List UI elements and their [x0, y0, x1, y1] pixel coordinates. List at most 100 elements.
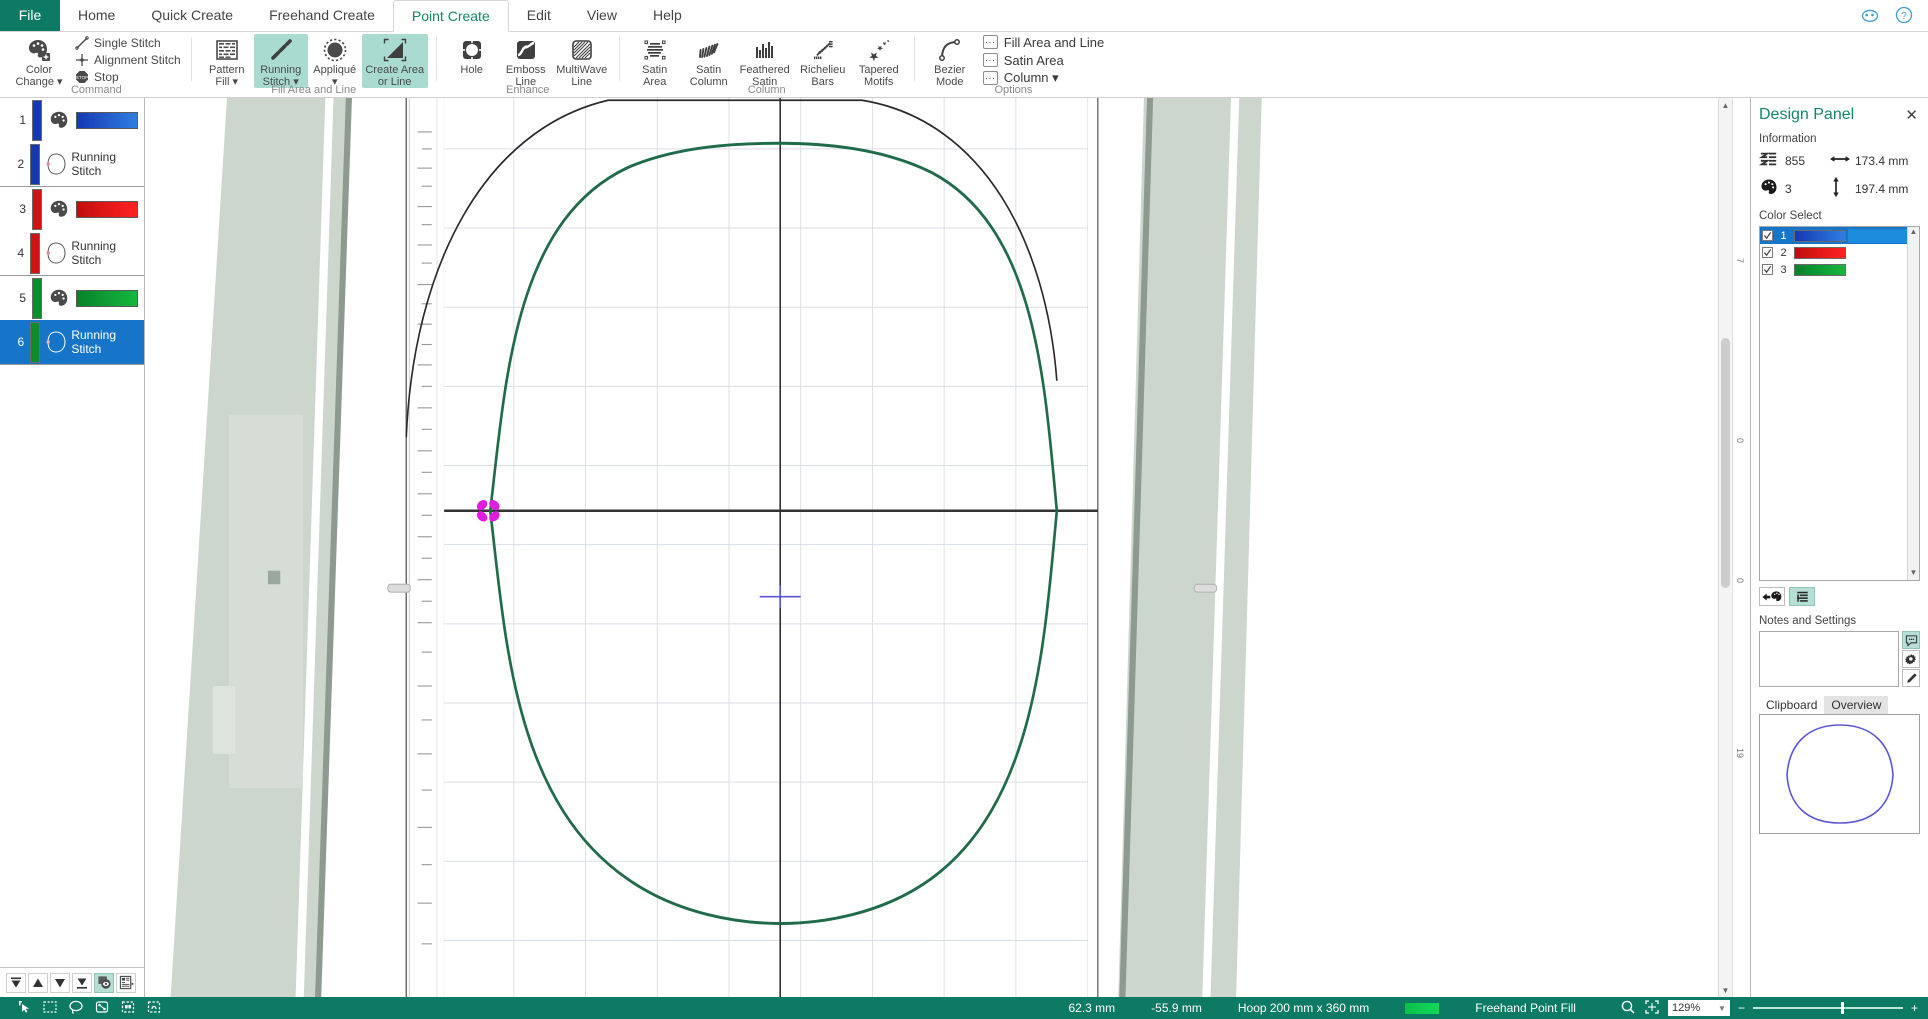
tab-edit[interactable]: Edit: [509, 0, 569, 31]
zoom-magnifier-icon[interactable]: [1620, 999, 1636, 1018]
checkbox[interactable]: [1762, 247, 1773, 258]
list-options-button[interactable]: [116, 972, 136, 993]
rect-select-icon[interactable]: [42, 999, 58, 1018]
list-item[interactable]: 3: [1760, 261, 1919, 278]
tapered-motifs-button[interactable]: Tapered Motifs: [852, 34, 906, 88]
help-icon[interactable]: ?: [1894, 5, 1914, 25]
canvas-surface[interactable]: [145, 98, 1732, 997]
list-item[interactable]: 2: [1760, 244, 1919, 261]
color-list-scrollbar[interactable]: ▲ ▼: [1907, 227, 1919, 580]
pattern-fill-button[interactable]: Pattern Fill ▾: [200, 34, 254, 88]
tab-freehand-create-label: Freehand Create: [269, 7, 375, 23]
applique-button[interactable]: Appliqué ▾: [308, 34, 362, 88]
table-row[interactable]: 5: [0, 276, 144, 320]
stop-icon: STOP: [74, 70, 89, 85]
hole-button[interactable]: Hole: [445, 34, 499, 77]
single-stitch-button[interactable]: Single Stitch: [72, 35, 183, 52]
alignment-stitch-label: Alignment Stitch: [94, 53, 181, 67]
color-change-button[interactable]: Color Change ▾: [10, 34, 68, 88]
tab-home[interactable]: Home: [60, 0, 133, 31]
satin-column-button[interactable]: Satin Column: [682, 34, 736, 88]
lasso-icon[interactable]: [68, 999, 84, 1018]
running-stitch-icon: [268, 37, 294, 63]
row-number: 6: [17, 335, 25, 349]
richelieu-bars-button[interactable]: Richelieu Bars: [794, 34, 852, 88]
select-arrow-icon[interactable]: [16, 999, 32, 1018]
tab-clipboard[interactable]: Clipboard: [1759, 696, 1825, 714]
chevron-down-icon[interactable]: ▼: [1718, 1004, 1726, 1013]
show-stitch-preview-button[interactable]: [94, 972, 114, 993]
account-icon[interactable]: [1860, 5, 1880, 25]
resize-icon[interactable]: [94, 999, 110, 1018]
ribbon-group-command-label: Command: [70, 84, 122, 96]
checkbox[interactable]: [1762, 230, 1773, 241]
move-to-start-button[interactable]: [6, 972, 26, 993]
table-row[interactable]: 2 Running Stitch: [0, 142, 144, 186]
running-stitch-button[interactable]: Running Stitch ▾: [253, 34, 308, 88]
zoom-slider[interactable]: [1752, 1002, 1903, 1014]
clipboard-preview[interactable]: [1759, 714, 1920, 834]
zoom-slider-knob[interactable]: [1840, 1002, 1844, 1014]
design-canvas[interactable]: ▲ ▼: [145, 98, 1732, 997]
scroll-down-icon[interactable]: ▼: [1719, 983, 1732, 997]
ribbon-tab-bar: File Home Quick Create Freehand Create P…: [0, 0, 1928, 32]
tab-freehand-create[interactable]: Freehand Create: [251, 0, 393, 31]
move-to-end-button[interactable]: [72, 972, 92, 993]
stop-button[interactable]: STOP Stop: [72, 69, 183, 86]
color-bar: [30, 232, 40, 274]
move-down-button[interactable]: [50, 972, 70, 993]
table-row[interactable]: 4 Running Stitch: [0, 231, 144, 275]
list-item[interactable]: 1: [1760, 227, 1919, 244]
option-satin-area[interactable]: ··· Satin Area: [982, 52, 1104, 68]
scrollbar-thumb[interactable]: [1721, 338, 1730, 588]
tab-help[interactable]: Help: [635, 0, 700, 31]
create-area-or-line-button[interactable]: Create Area or Line: [361, 34, 428, 88]
single-stitch-label: Single Stitch: [94, 36, 161, 50]
notes-textarea[interactable]: [1759, 631, 1899, 687]
scroll-up-icon[interactable]: ▲: [1908, 227, 1919, 239]
close-icon[interactable]: ✕: [1905, 106, 1918, 124]
zoom-in-button[interactable]: +: [1911, 1001, 1918, 1015]
table-row[interactable]: 1: [0, 98, 144, 142]
canvas-grid: [444, 98, 1088, 997]
feathered-satin-button[interactable]: Feathered Satin: [736, 34, 794, 88]
satin-area-button[interactable]: Satin Area: [628, 34, 682, 88]
tab-point-create[interactable]: Point Create: [392, 0, 509, 32]
tab-overview[interactable]: Overview: [1824, 696, 1889, 714]
canvas-vertical-scrollbar[interactable]: ▲ ▼: [1718, 98, 1732, 997]
tab-quick-create[interactable]: Quick Create: [133, 0, 251, 31]
move-tool-icon[interactable]: [120, 999, 136, 1018]
transform-icon[interactable]: [146, 999, 162, 1018]
ruler-mark-2: 0: [1735, 438, 1745, 444]
alignment-stitch-button[interactable]: Alignment Stitch: [72, 52, 183, 69]
color-sort-button[interactable]: [1759, 587, 1785, 606]
notes-bubble-icon[interactable]: [1902, 631, 1920, 649]
tab-file[interactable]: File: [0, 0, 60, 31]
pencil-icon[interactable]: [1902, 669, 1920, 687]
row-number: 1: [19, 113, 26, 127]
gear-icon[interactable]: [1902, 650, 1920, 668]
tab-view[interactable]: View: [569, 0, 635, 31]
multiwave-line-button[interactable]: MultiWave Line: [553, 34, 611, 88]
color-select-list[interactable]: 1 2 3 ▲ ▼: [1759, 226, 1920, 581]
fit-to-window-icon[interactable]: [1644, 999, 1660, 1018]
table-row[interactable]: 6 Running Stitch: [0, 320, 144, 364]
scroll-down-icon[interactable]: ▼: [1908, 568, 1919, 580]
checkbox[interactable]: [1762, 264, 1773, 275]
move-up-button[interactable]: [28, 972, 48, 993]
list-view-button[interactable]: [1789, 587, 1815, 606]
color-swatch: [76, 289, 138, 307]
zoom-level-select[interactable]: 129% ▼: [1667, 1000, 1730, 1016]
option-fill-area-and-line[interactable]: ··· Fill Area and Line: [982, 34, 1104, 50]
bezier-mode-button[interactable]: Bezier Mode: [923, 34, 977, 88]
zoom-out-button[interactable]: −: [1738, 1001, 1745, 1015]
color-index: 1: [1780, 229, 1787, 242]
table-row[interactable]: 3: [0, 187, 144, 231]
scroll-up-icon[interactable]: ▲: [1719, 98, 1732, 112]
tapered-motifs-label-1: Tapered: [858, 64, 899, 76]
emboss-line-label-1: Emboss: [505, 64, 546, 76]
stitch-list-panel: 1 2 Running Stitch 3 4 Running Stitch 5 …: [0, 98, 145, 997]
emboss-line-button[interactable]: Emboss Line: [499, 34, 553, 88]
running-stitch-shape-icon: [40, 149, 72, 179]
stitch-list[interactable]: 1 2 Running Stitch 3 4 Running Stitch 5 …: [0, 98, 144, 967]
